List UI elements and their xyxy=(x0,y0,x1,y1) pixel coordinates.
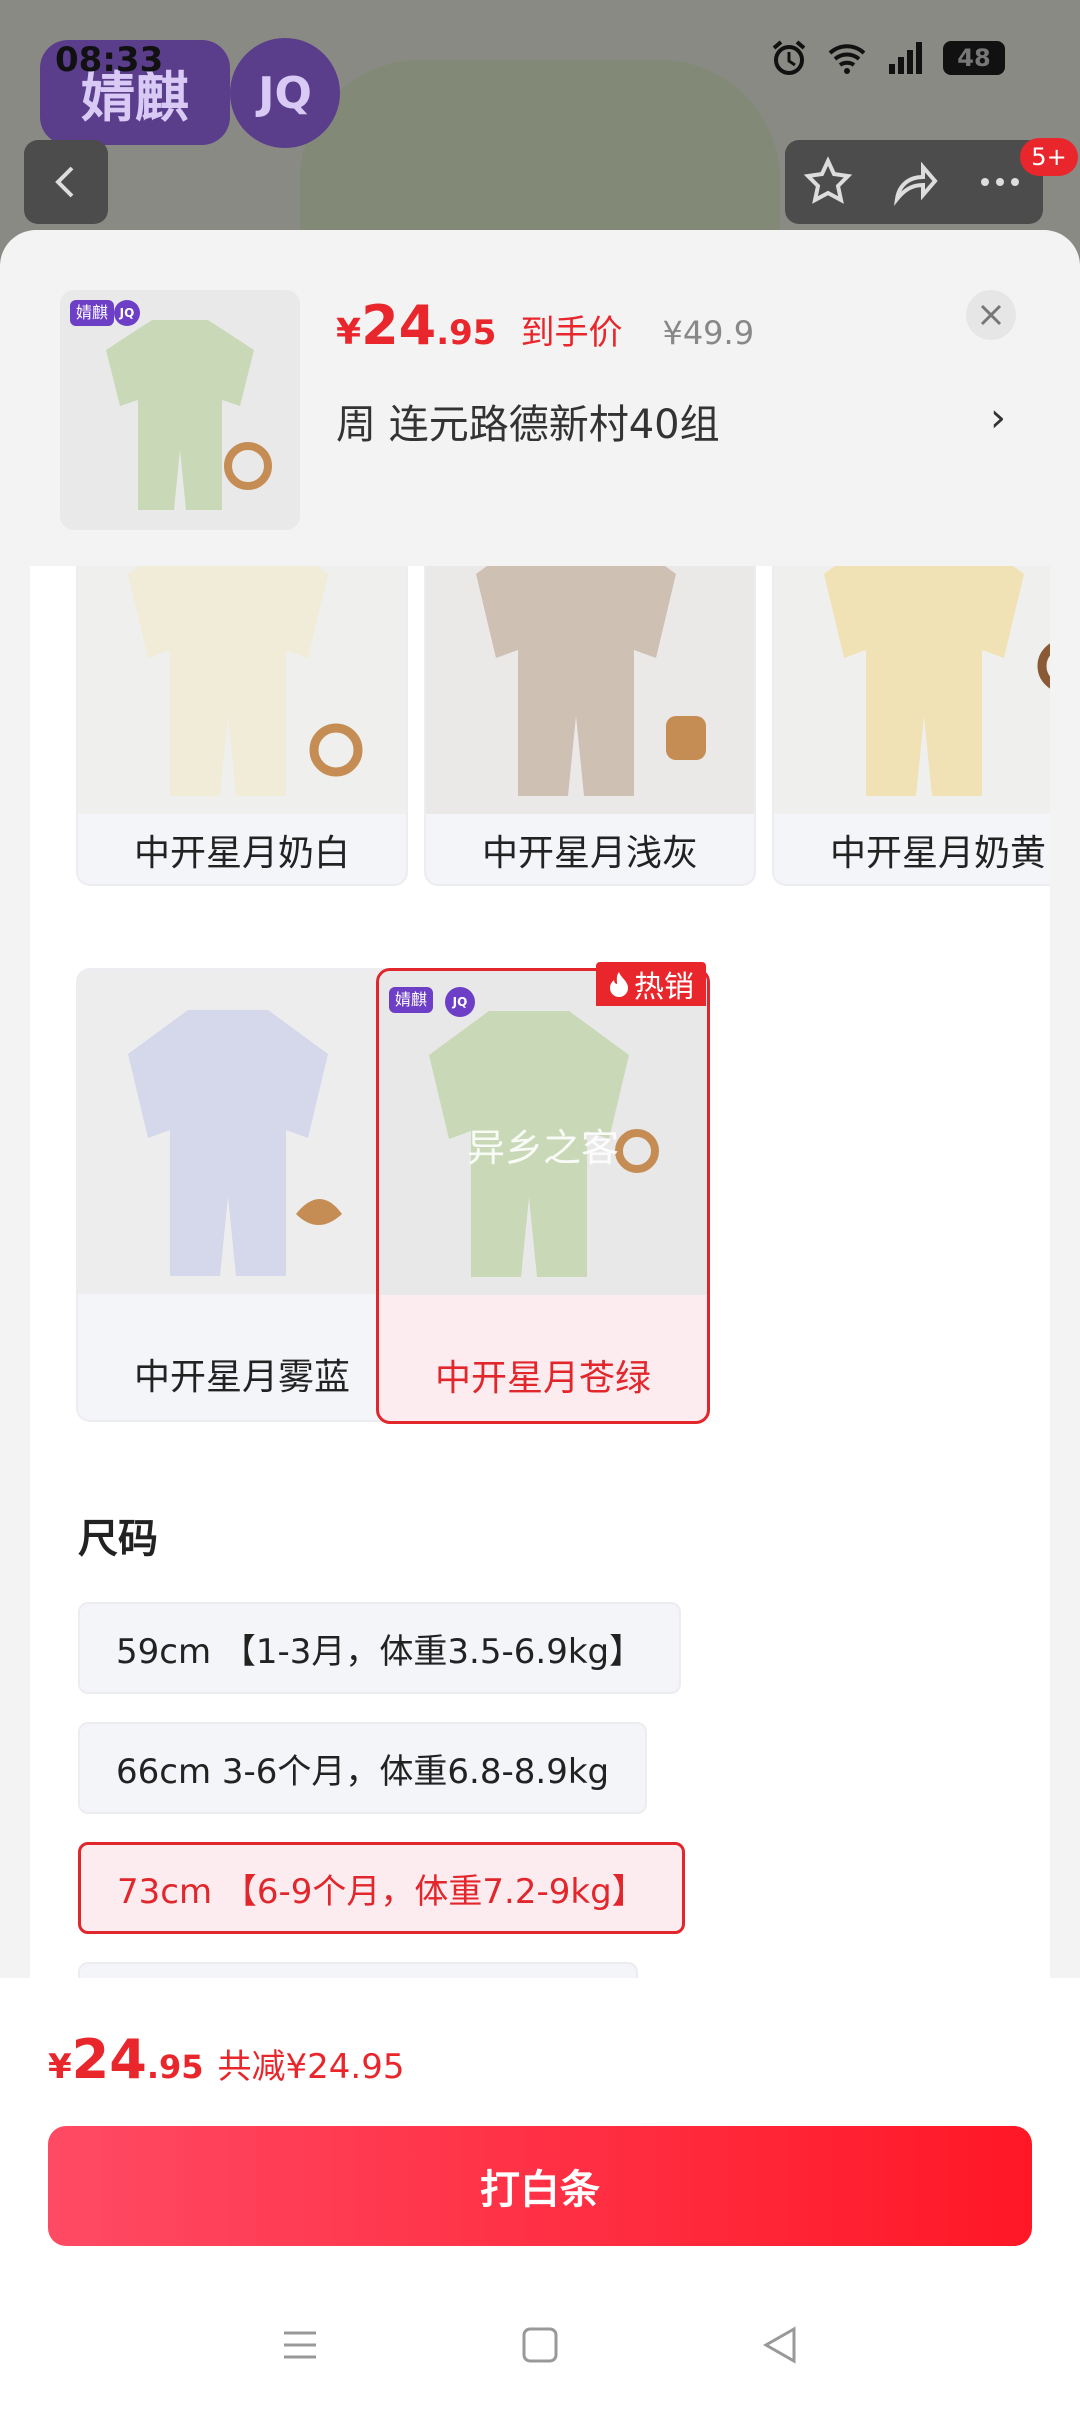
back-button[interactable] xyxy=(24,140,108,224)
close-icon xyxy=(980,304,1002,326)
hot-sale-label: 热销 xyxy=(634,970,694,1005)
color-option-label: 中开星月奶黄 xyxy=(829,833,1046,874)
color-option-card[interactable]: 中开星月雾蓝 xyxy=(76,968,408,1422)
selected-product-thumbnail: 婧麒 JQ xyxy=(60,290,300,530)
flame-icon xyxy=(610,972,628,997)
menu-icon[interactable] xyxy=(278,2323,322,2367)
battery-icon: 48 xyxy=(943,41,1005,75)
message-count-badge: 5+ xyxy=(1020,138,1078,176)
size-option[interactable]: 59cm 【1-3月，体重3.5-6.9kg】 xyxy=(78,1602,682,1694)
size-option-label: 59cm 【1-3月，体重3.5-6.9kg】 xyxy=(116,1631,644,1672)
footer-savings: 共减¥24.95 xyxy=(217,2047,405,2087)
thumbnail-jq-badge: JQ xyxy=(114,300,140,326)
color-option-image xyxy=(774,566,1050,814)
delivery-address[interactable]: 周 连元路德新村40组 xyxy=(336,392,720,450)
thumbnail-brand-badge: 婧麒 xyxy=(70,300,115,326)
footer-total-price: ¥ 24 .95 共减¥24.95 xyxy=(48,2028,404,2091)
size-section-title: 尺码 xyxy=(78,1516,158,1562)
romper-image xyxy=(476,566,706,796)
cellular-signal-icon xyxy=(889,42,922,74)
footer-price-decimal: .95 xyxy=(146,2048,204,2086)
alarm-icon xyxy=(772,40,806,75)
size-option-label: 73cm 【6-9个月，体重7.2-9kg】 xyxy=(117,1871,646,1912)
footer-price-integer: 24 xyxy=(71,2028,147,2091)
more-icon[interactable] xyxy=(973,155,1027,209)
romper-thumbnail-image xyxy=(106,320,272,510)
price-integer: 24 xyxy=(361,294,437,357)
system-navigation-bar xyxy=(0,2278,1080,2412)
selected-card-brand-badge: 婧麒 xyxy=(389,987,434,1013)
top-action-group xyxy=(785,140,1043,224)
color-option-label: 中开星月奶白 xyxy=(133,833,350,874)
color-option-card[interactable]: 中开星月奶白 xyxy=(76,566,408,886)
close-button[interactable] xyxy=(966,290,1016,340)
romper-image xyxy=(128,566,363,796)
share-icon[interactable] xyxy=(887,155,941,209)
size-option[interactable]: 66cm 3-6个月，体重6.8-8.9kg xyxy=(78,1722,648,1814)
price-currency: ¥ xyxy=(336,312,362,353)
color-option-image xyxy=(78,970,406,1294)
status-bar: 08:33 48 xyxy=(0,30,1080,90)
wifi-icon xyxy=(828,44,866,74)
size-option-selected[interactable]: 73cm 【6-9个月，体重7.2-9kg】 xyxy=(78,1842,685,1934)
header-price: ¥ 24 .95 到手价 ¥49.9 xyxy=(336,294,754,357)
romper-image xyxy=(128,1010,342,1276)
color-option-image xyxy=(78,566,406,814)
color-option-label: 中开星月浅灰 xyxy=(481,833,698,874)
color-option-card-selected[interactable]: 婧麒 JQ 异乡之客 中开星月苍绿 xyxy=(376,968,710,1424)
buy-button[interactable]: 打白条 xyxy=(48,2126,1032,2246)
price-label: 到手价 xyxy=(520,313,623,353)
footer-price-currency: ¥ xyxy=(48,2047,72,2087)
size-option-label: 66cm 3-6个月，体重6.8-8.9kg xyxy=(116,1751,610,1792)
color-option-label: 中开星月雾蓝 xyxy=(133,1357,350,1398)
price-decimal: .95 xyxy=(436,313,497,353)
chevron-right-icon[interactable]: › xyxy=(990,395,1006,441)
color-option-card[interactable]: 中开星月奶黄 xyxy=(772,566,1050,886)
status-icons: 48 xyxy=(769,38,1005,78)
status-time: 08:33 xyxy=(55,40,164,80)
original-price: ¥49.9 xyxy=(662,314,755,352)
back-triangle-icon[interactable] xyxy=(758,2323,802,2367)
chevron-left-icon xyxy=(55,166,74,198)
color-option-card[interactable]: 中开星月浅灰 xyxy=(424,566,756,886)
romper-image xyxy=(824,566,1050,796)
home-icon[interactable] xyxy=(518,2323,562,2367)
color-option-image: 婧麒 JQ 异乡之客 xyxy=(379,971,707,1295)
color-option-image xyxy=(426,566,754,814)
favorite-star-icon[interactable] xyxy=(801,155,855,209)
hot-sale-tag: 热销 xyxy=(596,962,706,1006)
watermark-text: 异乡之客 xyxy=(466,1126,619,1170)
sku-options-scroll[interactable]: 中开星月奶白 中开星月浅灰 中开星月奶黄 中开星月雾蓝 婧麒 JQ 异乡之客 中… xyxy=(30,566,1050,2206)
color-option-label: 中开星月苍绿 xyxy=(434,1358,651,1399)
checkout-bar: ¥ 24 .95 共减¥24.95 打白条 xyxy=(0,1978,1080,2412)
selected-card-jq-badge: JQ xyxy=(445,987,475,1017)
